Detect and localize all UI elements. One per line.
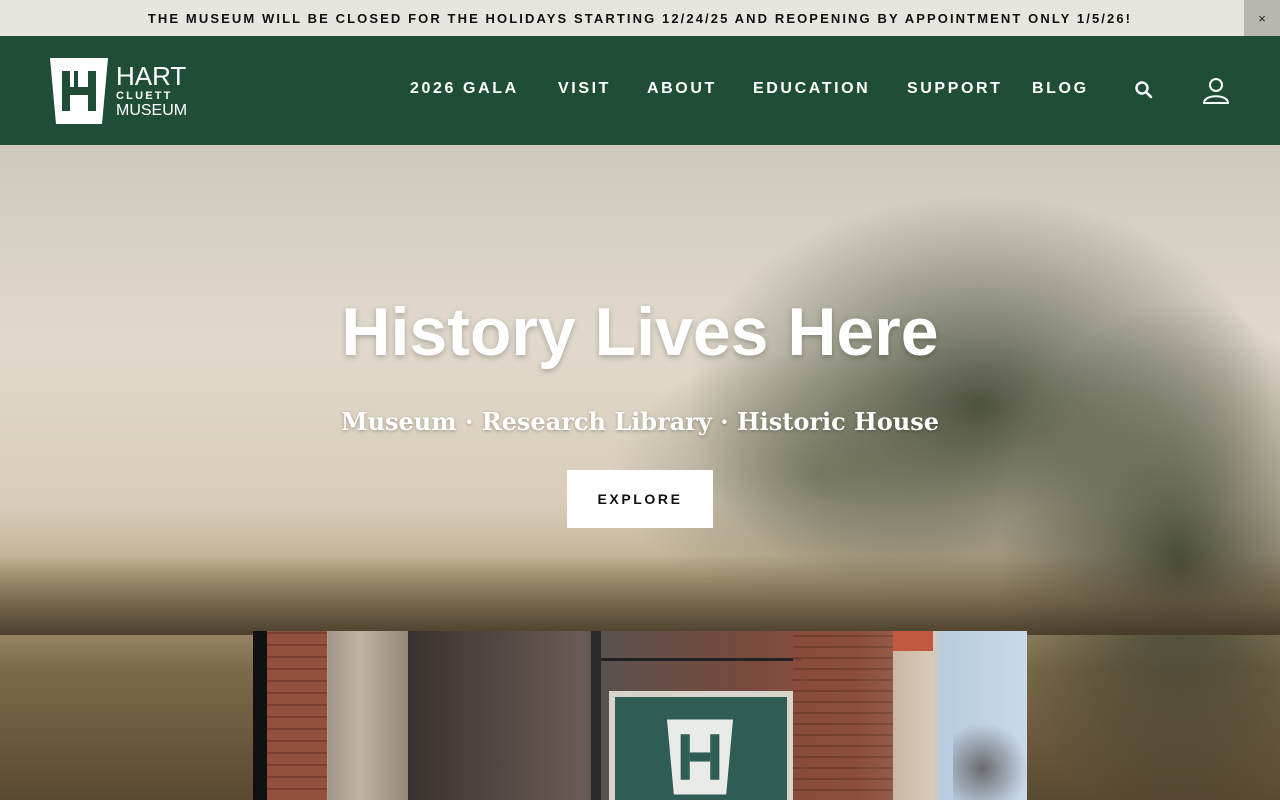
photo-sign-bracket [601,631,801,661]
logo-wordmark: HART CLUETT MUSEUM [116,63,187,119]
photo-stone-column [328,631,408,800]
announcement-text: THE MUSEUM WILL BE CLOSED FOR THE HOLIDA… [147,10,1133,26]
nav-item-education[interactable]: EDUCATION [753,80,870,98]
close-announcement-button[interactable]: × [1244,0,1280,36]
hero-subtitle: Museum · Research Library · Historic Hou… [341,407,939,436]
photo-roof-tiles [893,631,933,651]
announcement-bar: THE MUSEUM WILL BE CLOSED FOR THE HOLIDA… [0,0,1280,36]
nav-item-about[interactable]: ABOUT [647,80,717,98]
user-icon[interactable] [1202,76,1230,104]
logo-museum-text: MUSEUM [116,102,188,119]
explore-button[interactable]: EXPLORE [567,470,713,528]
site-logo[interactable]: HART CLUETT MUSEUM [50,58,190,124]
close-icon: × [1258,10,1266,26]
search-icon[interactable] [1134,80,1154,100]
photo-museum-sign [609,691,793,800]
logo-mark-icon [50,58,108,124]
sign-logo-icon [667,719,733,795]
nav-item-blog[interactable]: BLOG [1032,80,1089,98]
logo-hart-text: HART [116,61,187,91]
hero-landscape-hills [0,555,1280,635]
nav-item-2026-gala[interactable]: 2026 GALA [410,80,519,98]
hero-title: History Lives Here [341,294,939,370]
site-header: HART CLUETT MUSEUM 2026 GALA VISIT ABOUT… [0,36,1280,145]
photo-tree-branches [953,721,1027,800]
museum-building-photo [253,631,1027,800]
nav-item-visit[interactable]: VISIT [558,80,611,98]
photo-brick-wall [267,631,327,800]
hero-section: History Lives Here Museum · Research Lib… [0,145,1280,800]
photo-brick-wall-right [793,631,893,800]
nav-item-support[interactable]: SUPPORT [907,80,1003,98]
logo-cluett-text: CLUETT [116,90,173,102]
photo-sign-post [591,631,601,800]
